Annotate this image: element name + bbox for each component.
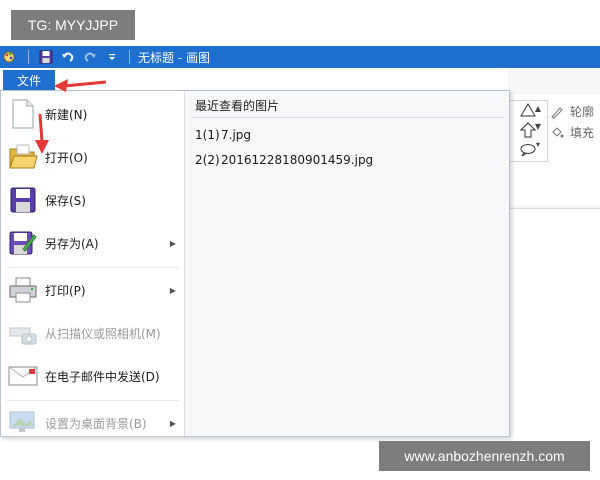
save-icon[interactable] — [38, 49, 54, 65]
toolbar-separator — [28, 50, 29, 64]
scanner-camera-icon — [7, 317, 39, 349]
window-title: 无标题 - 画图 — [138, 50, 210, 65]
menu-item-label: 新建(N) — [45, 107, 88, 122]
email-icon — [7, 360, 39, 392]
fill-bucket-icon — [550, 126, 566, 140]
toolbar-separator — [129, 50, 130, 64]
recent-pictures-panel: 最近查看的图片 1(1) 7.jpg 2(2) 2016122818090145… — [185, 91, 509, 436]
recent-pictures-title: 最近查看的图片 — [195, 99, 280, 113]
fill-button[interactable]: 填充 — [550, 124, 594, 141]
menu-item-label: 从扫描仪或照相机(M) — [45, 326, 161, 341]
scroll-down-icon[interactable]: ▼ — [532, 122, 544, 140]
quick-access-toolbar — [0, 46, 136, 68]
recent-item[interactable]: 2(2) 20161228180901459.jpg — [195, 153, 373, 167]
menu-item-label: 在电子邮件中发送(D) — [45, 369, 160, 384]
tg-badge: TG: MYYJJPP — [11, 10, 135, 40]
recent-item-name: 20161228180901459.jpg — [221, 153, 374, 167]
submenu-arrow-icon: ▶ — [169, 285, 176, 295]
save-as-icon — [7, 227, 39, 259]
redo-icon[interactable] — [82, 49, 98, 65]
gallery-expand-icon[interactable]: ▾ — [532, 140, 544, 158]
menu-item-print[interactable]: 打印(P) ▶ — [1, 270, 184, 310]
menu-item-open[interactable]: 打开(O) — [1, 137, 184, 177]
menu-item-label: 打开(O) — [45, 150, 88, 165]
paint-app-icon[interactable] — [3, 49, 19, 65]
menu-item-set-desktop-background[interactable]: 设置为桌面背景(B) ▶ — [1, 403, 184, 443]
menu-item-from-scanner[interactable]: 从扫描仪或照相机(M) — [1, 313, 184, 353]
save-disk-icon — [7, 184, 39, 216]
menu-divider — [7, 267, 179, 268]
recent-item-name: 7.jpg — [221, 128, 252, 142]
menu-item-label: 保存(S) — [45, 193, 86, 208]
new-document-icon — [7, 98, 39, 130]
menu-item-save-as[interactable]: 另存为(A) ▶ — [1, 223, 184, 263]
recent-item-number: 1(1) — [195, 128, 220, 142]
menu-item-label: 另存为(A) — [45, 236, 99, 251]
outline-pen-icon — [550, 105, 566, 119]
menu-item-label: 设置为桌面背景(B) — [45, 416, 147, 431]
customize-dropdown-icon[interactable] — [104, 49, 120, 65]
outline-label: 轮廓 — [570, 105, 595, 119]
watermark: www.anbozhenrenzh.com — [379, 441, 590, 471]
outline-button[interactable]: 轮廓 — [550, 103, 594, 120]
menu-item-new[interactable]: 新建(N) — [1, 94, 184, 134]
fill-label: 填充 — [570, 126, 595, 140]
file-tab[interactable]: 文件 — [3, 70, 55, 90]
file-menu-commands: 新建(N) 打开(O) 保存(S) 另存为(A) ▶ 打印(P) ▶ 从扫描仪或… — [1, 91, 185, 436]
menu-item-label: 打印(P) — [45, 283, 86, 298]
menu-item-send-email[interactable]: 在电子邮件中发送(D) — [1, 356, 184, 396]
submenu-arrow-icon: ▶ — [169, 238, 176, 248]
recent-item-number: 2(2) — [195, 153, 220, 167]
recent-divider — [191, 117, 503, 118]
title-bar: 无标题 - 画图 — [0, 46, 600, 68]
submenu-arrow-icon: ▶ — [169, 418, 176, 428]
shapes-scroll[interactable]: ▲ ▼ ▾ — [532, 104, 544, 158]
printer-icon — [7, 274, 39, 306]
file-menu: 新建(N) 打开(O) 保存(S) 另存为(A) ▶ 打印(P) ▶ 从扫描仪或… — [0, 90, 510, 437]
desktop-background-icon — [7, 407, 39, 439]
undo-icon[interactable] — [60, 49, 76, 65]
recent-item[interactable]: 1(1) 7.jpg — [195, 128, 251, 142]
open-folder-icon — [7, 141, 39, 173]
scroll-up-icon[interactable]: ▲ — [532, 104, 544, 122]
menu-item-save[interactable]: 保存(S) — [1, 180, 184, 220]
menu-divider — [7, 400, 179, 401]
